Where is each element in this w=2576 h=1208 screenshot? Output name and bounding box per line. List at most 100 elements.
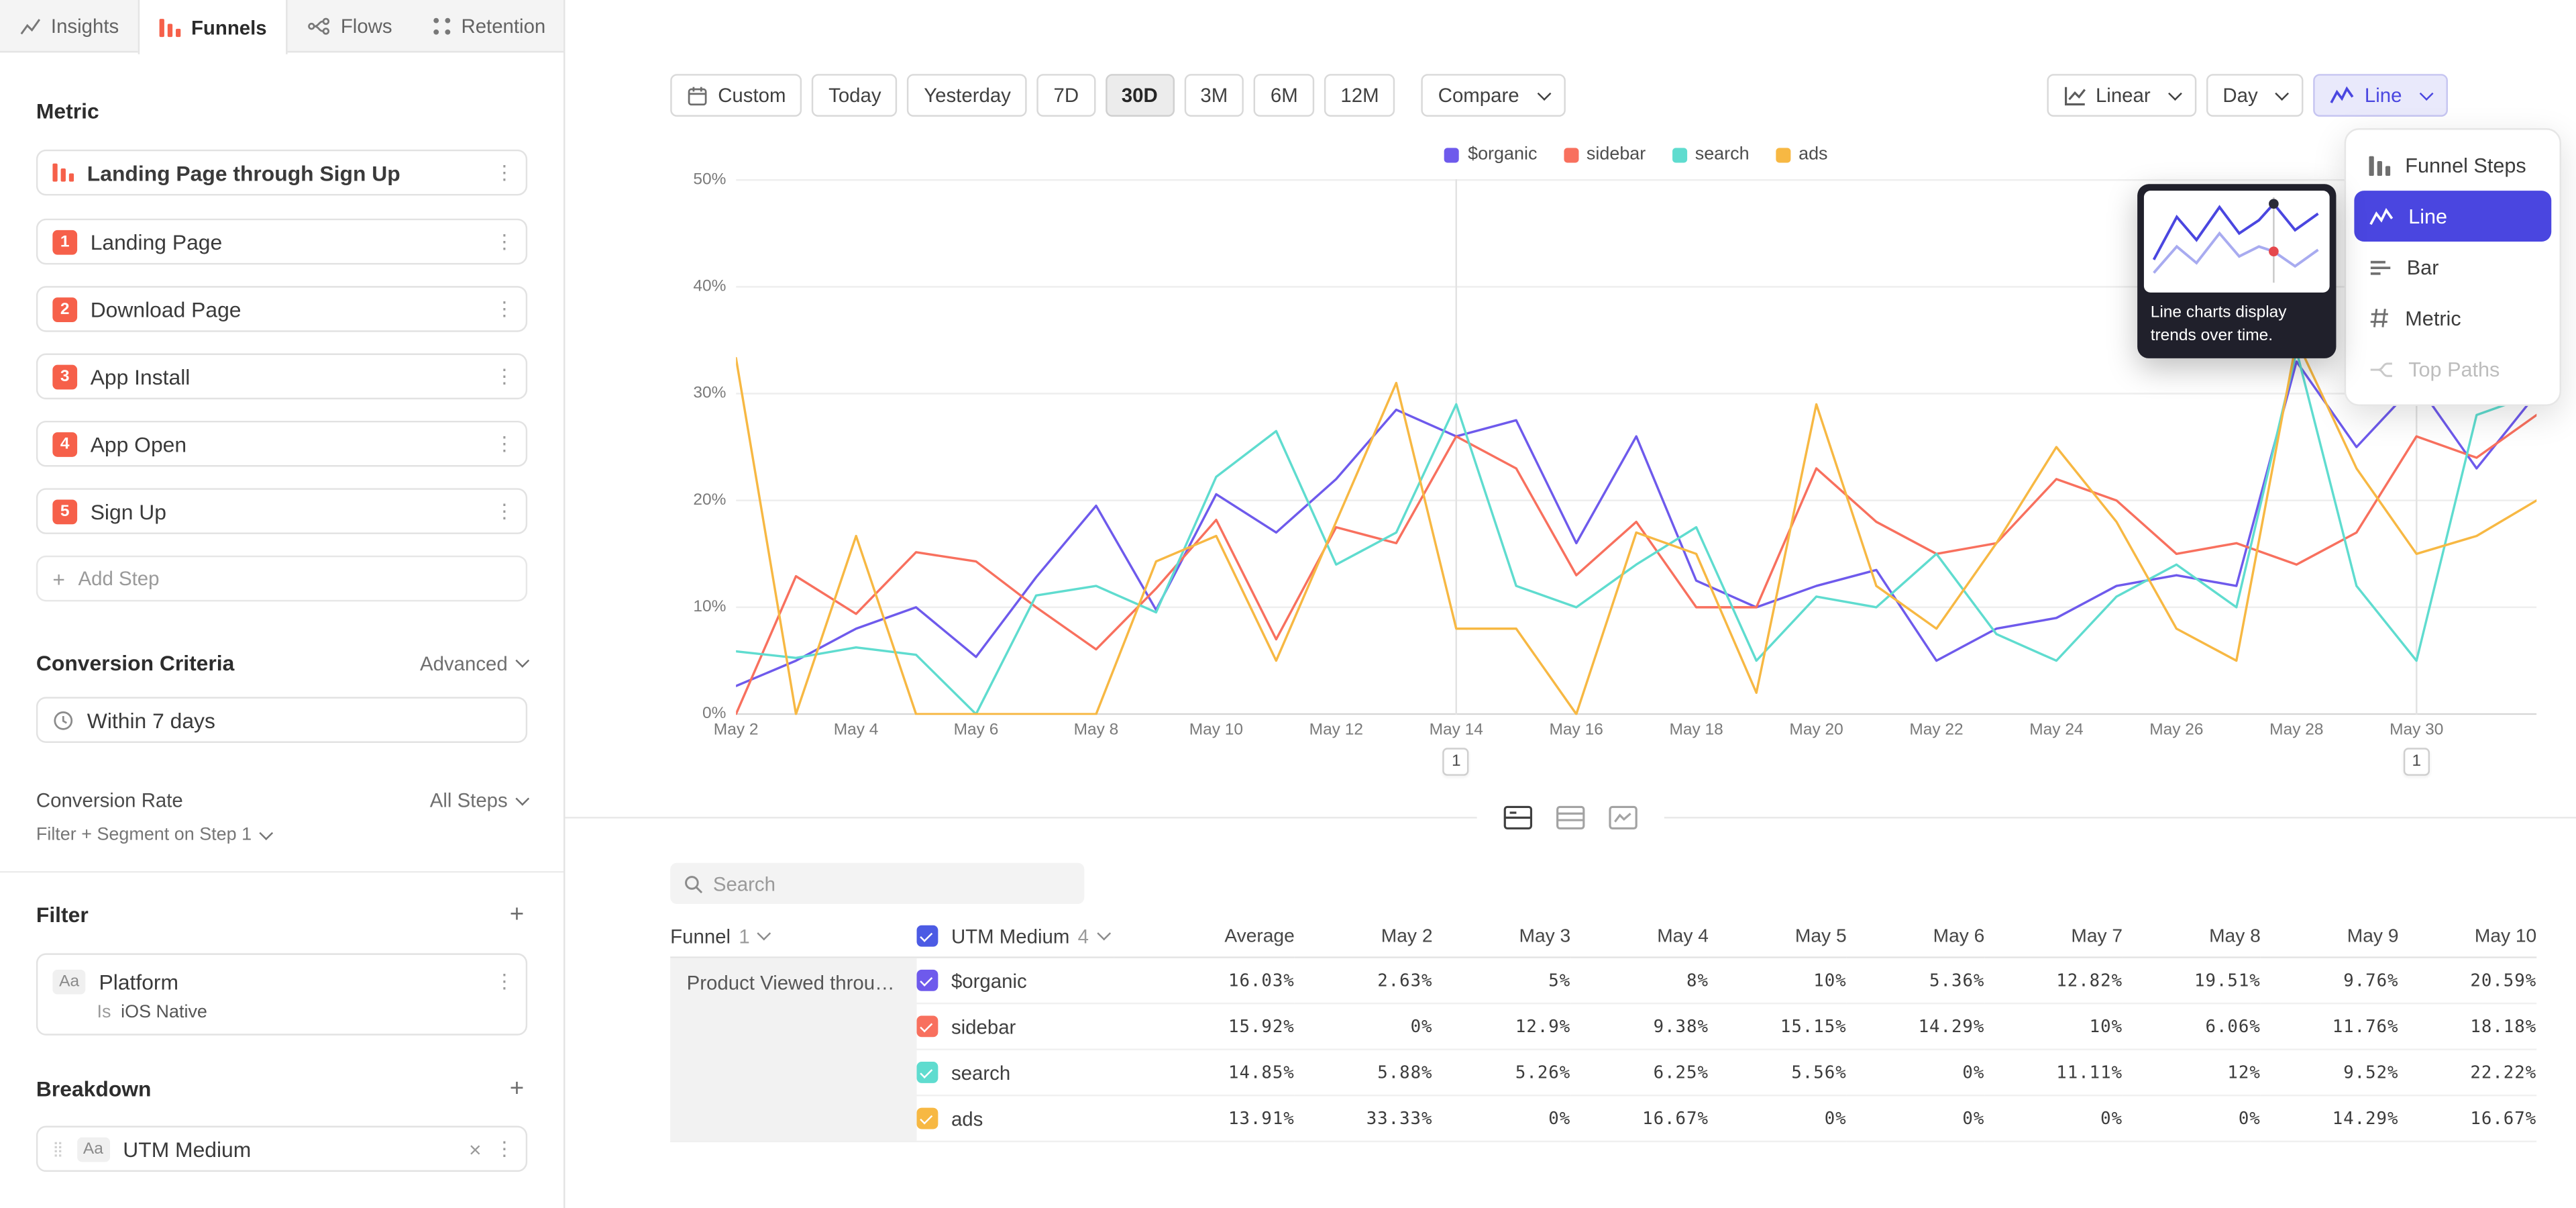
- legend-item-search[interactable]: search: [1672, 145, 1749, 164]
- breakdown-column-header[interactable]: UTM Medium4: [917, 915, 1114, 958]
- legend-swatch: [1672, 147, 1686, 162]
- table-row-search[interactable]: search: [917, 1050, 1114, 1097]
- date-custom-button[interactable]: Custom: [670, 74, 802, 117]
- menu-item-funnel-steps[interactable]: Funnel Steps: [2354, 140, 2551, 191]
- funnel-step-1[interactable]: 1Landing Page⋮: [36, 219, 527, 265]
- drag-handle-icon[interactable]: ⣿: [52, 1140, 63, 1158]
- date-button-label: 12M: [1340, 84, 1379, 107]
- filter-segment-toggle[interactable]: Filter + Segment on Step 1: [36, 825, 527, 844]
- linear-dropdown-button[interactable]: Linear: [2046, 74, 2196, 117]
- filter-property-label: Platform: [99, 969, 482, 994]
- menu-item-label: Metric: [2405, 307, 2461, 330]
- tab-label: Insights: [51, 14, 119, 37]
- funnel-step-2[interactable]: 2 Download Page ⋮: [36, 286, 527, 332]
- kebab-icon[interactable]: ⋮: [494, 230, 511, 253]
- property-type-badge: Aa: [52, 969, 86, 994]
- column-header-may-3: May 3: [1433, 915, 1571, 958]
- value-cell: 5.88%: [1295, 1050, 1433, 1097]
- checkbox-checked-icon[interactable]: [917, 1108, 938, 1129]
- tab-insights[interactable]: Insights: [0, 0, 139, 51]
- chevron-down-icon: [1537, 86, 1551, 100]
- view-toggle-table[interactable]: [1552, 802, 1589, 832]
- filter-card[interactable]: Aa Platform ⋮ Is iOS Native: [36, 953, 527, 1035]
- funnel-step-5[interactable]: 5Sign Up⋮: [36, 488, 527, 534]
- search-box[interactable]: [670, 863, 1084, 904]
- funnel-metric-card[interactable]: Landing Page through Sign Up ⋮: [36, 150, 527, 196]
- date-7d-button[interactable]: 7D: [1037, 74, 1095, 117]
- line-chart-preview: [2144, 191, 2330, 293]
- search-input[interactable]: [713, 872, 1071, 895]
- conversion-window-card[interactable]: Within 7 days: [36, 697, 527, 743]
- view-toggle-chart[interactable]: [1605, 802, 1642, 832]
- date-6m-button[interactable]: 6M: [1254, 74, 1314, 117]
- menu-item-metric[interactable]: Metric: [2354, 293, 2551, 344]
- step-number-badge: 5: [52, 499, 77, 523]
- search-icon: [684, 874, 703, 893]
- kebab-icon[interactable]: ⋮: [494, 365, 511, 388]
- kebab-icon[interactable]: ⋮: [494, 297, 511, 320]
- menu-item-bar[interactable]: Bar: [2354, 242, 2551, 293]
- line-dropdown-button[interactable]: Line: [2314, 74, 2448, 117]
- value-cell: 2.63%: [1295, 958, 1433, 1005]
- chevron-down-icon: [2420, 86, 2434, 100]
- x-axis-tick: May 18: [1669, 721, 1723, 740]
- kebab-icon[interactable]: ⋮: [494, 499, 511, 522]
- close-icon[interactable]: ×: [469, 1136, 482, 1161]
- annotation-marker[interactable]: 1: [2404, 748, 2430, 776]
- step-number-badge: 4: [52, 432, 77, 456]
- funnel-steps-icon: [2369, 155, 2390, 174]
- step-label: Landing Page: [91, 230, 482, 254]
- add-breakdown-button[interactable]: +: [506, 1075, 527, 1103]
- y-axis-tick: 50%: [693, 170, 726, 188]
- kebab-icon[interactable]: ⋮: [494, 970, 511, 993]
- table-row-organic[interactable]: $organic: [917, 958, 1114, 1005]
- legend-item-sidebar[interactable]: sidebar: [1564, 145, 1646, 164]
- line-chart-icon: [2369, 206, 2394, 225]
- date-30d-button[interactable]: 30D: [1105, 74, 1174, 117]
- annotation-marker[interactable]: 1: [1443, 748, 1469, 776]
- value-cell: 15.92%: [1114, 1004, 1294, 1050]
- date-today-button[interactable]: Today: [812, 74, 898, 117]
- chart-type-tooltip: Line charts display trends over time.: [2137, 184, 2336, 358]
- step-label: Download Page: [91, 297, 482, 321]
- view-toggle-split[interactable]: [1500, 802, 1536, 832]
- chart-controls: LinearDayLine: [2046, 74, 2457, 117]
- advanced-dropdown[interactable]: Advanced: [420, 652, 527, 674]
- chevron-down-icon: [515, 654, 529, 668]
- add-filter-button[interactable]: +: [506, 901, 527, 929]
- checkbox-checked-icon[interactable]: [917, 1062, 938, 1083]
- search-row: [670, 863, 2536, 904]
- tab-flows[interactable]: Flows: [288, 0, 412, 51]
- date-3m-button[interactable]: 3M: [1184, 74, 1244, 117]
- kebab-icon[interactable]: ⋮: [494, 1138, 511, 1160]
- filter-condition[interactable]: Is iOS Native: [52, 1003, 511, 1022]
- checkbox-checked-icon[interactable]: [917, 1015, 938, 1037]
- legend-item-ads[interactable]: ads: [1776, 145, 1828, 164]
- kebab-icon[interactable]: ⋮: [494, 161, 511, 184]
- table-row-sidebar[interactable]: sidebar: [917, 1004, 1114, 1050]
- checkbox-checked-icon[interactable]: [917, 970, 938, 991]
- add-step-button[interactable]: + Add Step: [36, 556, 527, 602]
- breakdown-card[interactable]: ⣿ Aa UTM Medium × ⋮: [36, 1126, 527, 1172]
- funnel-step-3[interactable]: 3App Install⋮: [36, 354, 527, 400]
- step-number-badge: 2: [52, 297, 77, 321]
- breakdown-heading: Breakdown: [36, 1076, 152, 1101]
- day-dropdown-button[interactable]: Day: [2206, 74, 2304, 117]
- funnel-column-header[interactable]: Funnel1: [670, 915, 916, 958]
- value-cell: 10%: [1984, 1004, 2123, 1050]
- kebab-icon[interactable]: ⋮: [494, 432, 511, 455]
- legend-item-organic[interactable]: $organic: [1445, 145, 1538, 164]
- date-yesterday-button[interactable]: Yesterday: [908, 74, 1028, 117]
- value-cell: 14.85%: [1114, 1050, 1294, 1097]
- menu-item-line[interactable]: Line: [2354, 191, 2551, 242]
- all-steps-dropdown[interactable]: All Steps: [430, 789, 527, 812]
- checkbox-checked-icon[interactable]: [917, 925, 938, 947]
- date-12m-button[interactable]: 12M: [1324, 74, 1395, 117]
- tab-retention[interactable]: Retention: [412, 0, 566, 51]
- table-row-ads[interactable]: ads: [917, 1096, 1114, 1142]
- funnel-step-4[interactable]: 4App Open⋮: [36, 421, 527, 467]
- tab-funnels[interactable]: Funnels: [139, 0, 288, 54]
- top-tab-bar: Insights FunnelsFlowsRetention: [0, 0, 565, 52]
- x-axis-tick: May 30: [2390, 721, 2443, 740]
- compare-button[interactable]: Compare: [1421, 74, 1565, 117]
